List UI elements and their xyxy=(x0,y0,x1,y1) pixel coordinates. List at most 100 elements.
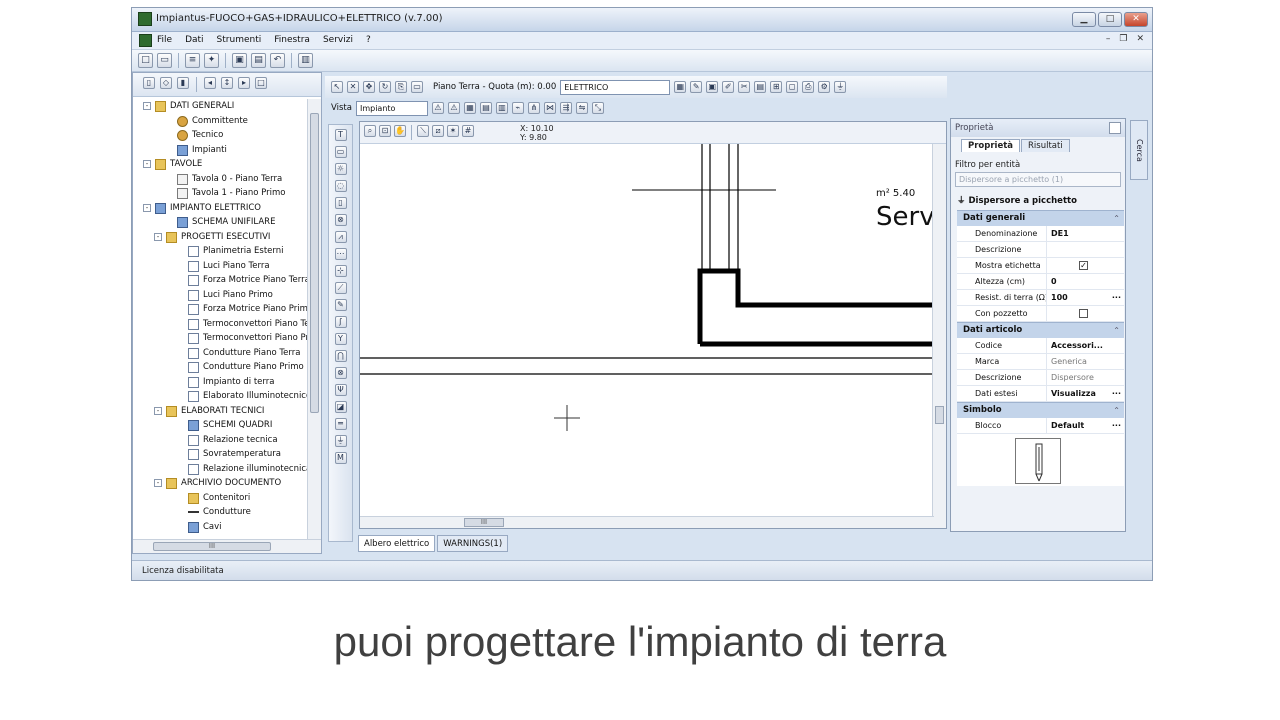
collapse-icon[interactable]: ⌃ xyxy=(1113,403,1120,418)
move-icon[interactable]: ✥ xyxy=(363,81,375,93)
tree-item[interactable]: Termoconvettori Piano Pri xyxy=(133,331,307,346)
maximize-button[interactable]: □ xyxy=(1098,12,1122,27)
tree-item[interactable]: - ELABORATI TECNICI xyxy=(133,404,307,419)
ellipsis-button[interactable]: ··· xyxy=(1112,290,1121,305)
property-row[interactable]: Altezza (cm) 0 xyxy=(957,274,1124,290)
arrow-right-icon[interactable]: ▸ xyxy=(238,77,250,89)
ground-rod-tool-icon[interactable]: ⏚ xyxy=(834,81,847,93)
property-row[interactable]: Descrizione Dispersore xyxy=(957,370,1124,386)
junction-icon[interactable]: ⊹ xyxy=(334,265,347,277)
new-file-icon[interactable]: □ xyxy=(138,53,153,68)
open-folder-icon[interactable]: ▭ xyxy=(157,53,172,68)
tab-proprieta[interactable]: Proprietà xyxy=(961,139,1021,152)
property-value[interactable]: 0 xyxy=(1047,274,1124,289)
ellipsis-button[interactable]: ··· xyxy=(1112,386,1121,401)
layer-settings-icon[interactable]: ▦ xyxy=(674,81,687,93)
section-dati-generali[interactable]: Dati generali ⌃ xyxy=(957,210,1124,226)
network-icon[interactable]: ⋈ xyxy=(543,102,556,114)
section-dati-articolo[interactable]: Dati articolo ⌃ xyxy=(957,322,1124,338)
collapse-icon[interactable]: ⌃ xyxy=(1113,323,1120,338)
menu-file[interactable]: File xyxy=(157,35,172,45)
collapse-icon[interactable]: ⌃ xyxy=(1113,211,1120,226)
mdi-close-button[interactable]: ✕ xyxy=(1136,34,1144,44)
snap-star-icon[interactable]: ✶ xyxy=(447,125,459,137)
tree-item[interactable]: Impianto di terra xyxy=(133,375,307,390)
mirror-icon[interactable]: ⇋ xyxy=(575,102,588,114)
drawing-canvas[interactable]: ⌕ ⊡ ✋ ⟍ ⧄ ✶ # X: 10.10 Y: 9.80 m² 5.40 S… xyxy=(359,121,947,529)
light-point-icon[interactable]: ⊗ xyxy=(334,214,347,226)
property-row[interactable]: Denominazione DE1 xyxy=(957,226,1124,242)
tree-item[interactable]: Committente xyxy=(133,114,307,129)
ellipsis-button[interactable]: ··· xyxy=(1112,418,1121,433)
tree-item[interactable]: Condutture Piano Primo xyxy=(133,360,307,375)
tree-item[interactable]: SCHEMI QUADRI xyxy=(133,418,307,433)
tab-warnings[interactable]: WARNINGS(1) xyxy=(437,535,509,552)
report-icon[interactable]: ▤ xyxy=(479,102,492,114)
mdi-minimize-button[interactable]: – xyxy=(1106,34,1111,44)
property-value[interactable]: ✓ xyxy=(1047,258,1124,273)
property-row[interactable]: Blocco Default ··· xyxy=(957,418,1124,434)
tree-item[interactable]: Elaborato Illuminotecnico xyxy=(133,389,307,404)
diagonal-box-icon[interactable]: ◪ xyxy=(334,401,347,413)
mdi-restore-button[interactable]: ❐ xyxy=(1119,34,1127,44)
property-row[interactable]: Dati estesi Visualizza ··· xyxy=(957,386,1124,402)
property-value[interactable]: DE1 xyxy=(1047,226,1124,241)
window-layout-icon[interactable]: ▥ xyxy=(298,53,313,68)
tree-item[interactable]: SCHEMA UNIFILARE xyxy=(133,215,307,230)
lamp-tool-icon[interactable]: ☼ xyxy=(334,163,347,175)
tree-item[interactable]: Condutture Piano Terra xyxy=(133,346,307,361)
panel-tool-icon[interactable]: ▭ xyxy=(334,146,347,158)
insert-block-icon[interactable]: ▣ xyxy=(706,81,719,93)
tree-expander[interactable]: - xyxy=(154,406,162,415)
text-tool-icon[interactable]: T xyxy=(334,129,347,141)
property-row[interactable]: Resist. di terra (Ω) 100 ··· xyxy=(957,290,1124,306)
hook-tool-icon[interactable]: ʃ xyxy=(334,316,347,328)
cut-icon[interactable]: ✂ xyxy=(738,81,751,93)
circuit-icon[interactable]: ⌁ xyxy=(511,102,524,114)
warning-icon[interactable]: ⚠ xyxy=(431,102,444,114)
tree-vertical-scrollbar[interactable] xyxy=(307,99,321,539)
view-select[interactable]: Impianto xyxy=(355,100,428,116)
edit-icon[interactable]: ✐ xyxy=(722,81,735,93)
table-icon[interactable]: ▤ xyxy=(754,81,767,93)
delete-icon[interactable]: ✕ xyxy=(347,81,359,93)
property-value[interactable]: 100 ··· xyxy=(1047,290,1124,305)
switch-tool-icon[interactable]: ▯ xyxy=(334,197,347,209)
fork-tool-icon[interactable]: Y xyxy=(334,333,347,345)
snap-grid-icon[interactable]: # xyxy=(462,125,474,137)
ground-rod-icon[interactable]: ⏚ xyxy=(334,435,347,447)
tree-item[interactable]: - TAVOLE xyxy=(133,157,307,172)
menu-strumenti[interactable]: Strumenti xyxy=(217,35,262,45)
arrow-updown-icon[interactable]: ↕ xyxy=(221,77,233,89)
property-value[interactable]: Accessori... xyxy=(1047,338,1124,353)
lamp-cross-icon[interactable]: ⊗ xyxy=(334,367,347,379)
options-icon[interactable]: ⚙ xyxy=(818,81,831,93)
property-value[interactable]: Default ··· xyxy=(1047,418,1124,433)
align-icon[interactable]: ⇶ xyxy=(559,102,572,114)
tree-item[interactable]: Planimetria Esterni xyxy=(133,244,307,259)
snap-line-icon[interactable]: ⟍ xyxy=(417,125,429,137)
calc-icon[interactable]: ▦ xyxy=(463,102,476,114)
tree-item[interactable]: Contenitori xyxy=(133,491,307,506)
box-dashed-icon[interactable]: ⋯ xyxy=(334,248,347,260)
property-row[interactable]: Codice Accessori... xyxy=(957,338,1124,354)
minimize-button[interactable]: ▁ xyxy=(1072,12,1096,27)
sheet-icon[interactable]: ▥ xyxy=(495,102,508,114)
zoom-icon[interactable]: ⌕ xyxy=(364,125,376,137)
tree-expander[interactable]: - xyxy=(143,102,151,110)
document-list-icon[interactable]: ≡ xyxy=(185,53,200,68)
tree-item[interactable]: Condutture xyxy=(133,505,307,520)
property-value[interactable] xyxy=(1047,242,1124,257)
rotate-icon[interactable]: ↻ xyxy=(379,81,391,93)
entity-filter-select[interactable]: Dispersore a picchetto (1) xyxy=(955,172,1121,187)
tab-albero-elettrico[interactable]: Albero elettrico xyxy=(358,535,436,552)
warning-list-icon[interactable]: ⚠ xyxy=(447,102,460,114)
tree-item[interactable]: Forza Motrice Piano Primo xyxy=(133,302,307,317)
antenna-tool-icon[interactable]: Ψ xyxy=(334,384,347,396)
route-icon[interactable]: ⋔ xyxy=(527,102,540,114)
property-row[interactable]: Descrizione xyxy=(957,242,1124,258)
checkbox[interactable]: ✓ xyxy=(1079,261,1088,270)
outlet-tool-icon[interactable]: ◌ xyxy=(334,180,347,192)
checkbox[interactable] xyxy=(1079,309,1088,318)
undo-icon[interactable]: ↶ xyxy=(270,53,285,68)
